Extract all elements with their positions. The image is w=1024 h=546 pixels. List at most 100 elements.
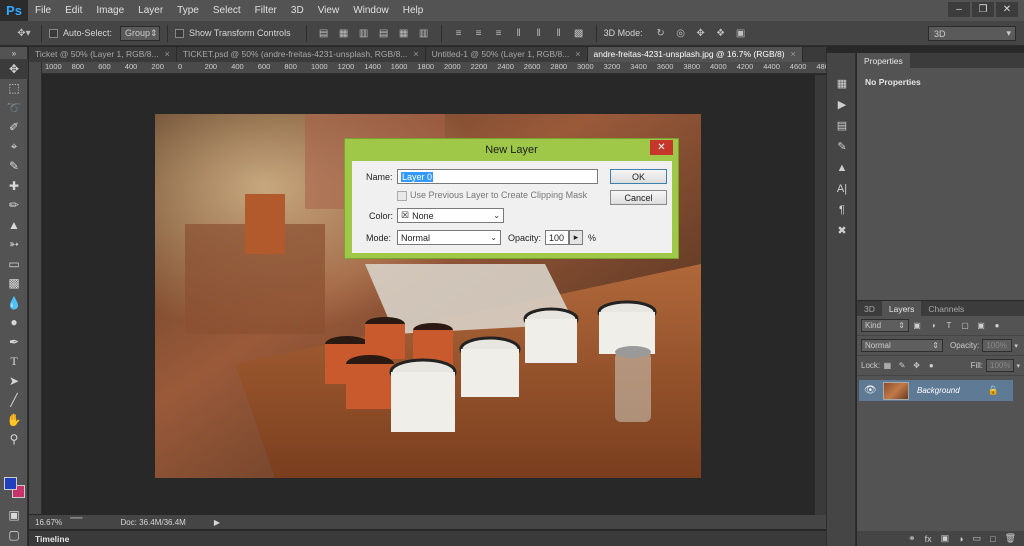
- filter-shape-icon[interactable]: ▢: [960, 321, 970, 331]
- tab-layers[interactable]: Layers: [881, 301, 922, 316]
- blur-tool-icon[interactable]: 💧: [0, 293, 28, 313]
- tab-untitled-1[interactable]: Untitled-1 @ 50% (Layer 1, RGB/8... ×: [426, 47, 588, 62]
- minimize-icon[interactable]: –: [948, 2, 970, 17]
- path-selection-tool-icon[interactable]: ➤: [0, 371, 28, 391]
- fill-input[interactable]: 100%: [986, 359, 1015, 372]
- gradient-tool-icon[interactable]: ▩: [0, 274, 28, 294]
- opacity-input[interactable]: 100: [545, 230, 569, 245]
- 3d-scale-icon[interactable]: ▣: [735, 27, 747, 39]
- distribute-hcenter-icon[interactable]: ‖: [533, 27, 545, 39]
- new-adjustment-icon[interactable]: ◑: [958, 534, 963, 544]
- quick-select-tool-icon[interactable]: ✐: [0, 118, 28, 138]
- align-right-icon[interactable]: ▥: [418, 27, 430, 39]
- timeline-panel-tab[interactable]: Timeline: [29, 530, 826, 546]
- align-bottom-icon[interactable]: ▥: [358, 27, 370, 39]
- auto-select-dropdown[interactable]: Group ⇕: [120, 25, 161, 41]
- auto-align-icon[interactable]: ▩: [573, 27, 585, 39]
- filter-pixel-icon[interactable]: ▣: [912, 321, 922, 331]
- eyedropper-tool-icon[interactable]: ✎: [0, 157, 28, 177]
- brush-tool-icon[interactable]: ✏: [0, 196, 28, 216]
- dodge-tool-icon[interactable]: ●: [0, 313, 28, 333]
- menu-type[interactable]: Type: [170, 0, 206, 21]
- healing-brush-tool-icon[interactable]: ✚: [0, 176, 28, 196]
- 3d-drag-icon[interactable]: ✥: [695, 27, 707, 39]
- tab-3d[interactable]: 3D: [857, 301, 882, 316]
- distribute-right-icon[interactable]: ‖: [553, 27, 565, 39]
- adjustments-icon[interactable]: ▤: [827, 115, 857, 136]
- marquee-tool-icon[interactable]: ⬚: [0, 79, 28, 99]
- link-layers-icon[interactable]: ⚭: [908, 533, 916, 544]
- history-icon[interactable]: ▦: [827, 73, 857, 94]
- distribute-bottom-icon[interactable]: ≡: [493, 27, 505, 39]
- lasso-tool-icon[interactable]: ➰: [0, 98, 28, 118]
- distribute-top-icon[interactable]: ≡: [453, 27, 465, 39]
- mode-select[interactable]: Normal ⌄: [397, 230, 501, 245]
- dialog-close-icon[interactable]: ✕: [650, 140, 673, 155]
- crop-tool-icon[interactable]: ⌖: [0, 137, 28, 157]
- close-icon[interactable]: ×: [791, 47, 796, 62]
- history-brush-tool-icon[interactable]: ➳: [0, 235, 28, 255]
- tool-presets-icon[interactable]: ✖: [827, 220, 857, 241]
- new-group-icon[interactable]: ▭: [973, 533, 982, 544]
- chevron-down-icon[interactable]: ▾: [1016, 362, 1020, 370]
- eraser-tool-icon[interactable]: ▭: [0, 254, 28, 274]
- close-icon[interactable]: ×: [575, 47, 580, 62]
- move-tool-preset-icon[interactable]: ✥▾: [17, 27, 30, 39]
- transform-controls-checkbox[interactable]: [175, 28, 185, 38]
- menu-view[interactable]: View: [311, 0, 347, 21]
- tab-ticket[interactable]: Ticket @ 50% (Layer 1, RGB/8... ×: [29, 47, 177, 62]
- paragraph-icon[interactable]: ¶: [827, 199, 857, 220]
- tab-andre-freitas[interactable]: andre-freitas-4231-unsplash.jpg @ 16.7% …: [587, 47, 803, 62]
- chevron-down-icon[interactable]: ▾: [1014, 342, 1018, 350]
- brush-presets-icon[interactable]: ✎: [827, 136, 857, 157]
- close-window-icon[interactable]: ✕: [996, 2, 1018, 17]
- opacity-slider-toggle-icon[interactable]: ▸: [569, 230, 583, 245]
- clone-source-icon[interactable]: ▲: [827, 157, 857, 178]
- menu-file[interactable]: File: [28, 0, 58, 21]
- 3d-slide-icon[interactable]: ❖: [715, 27, 727, 39]
- align-hcenter-icon[interactable]: ▦: [398, 27, 410, 39]
- layer-opacity-input[interactable]: 100%: [982, 339, 1013, 352]
- layer-name[interactable]: Background: [917, 386, 960, 395]
- layer-row-background[interactable]: 👁 Background 🔒: [859, 380, 1013, 401]
- clone-stamp-tool-icon[interactable]: ▲: [0, 215, 28, 235]
- menu-help[interactable]: Help: [396, 0, 431, 21]
- 3d-rotate-icon[interactable]: ↻: [655, 27, 667, 39]
- distribute-vcenter-icon[interactable]: ≡: [473, 27, 485, 39]
- quick-mask-icon[interactable]: ▣: [0, 505, 28, 525]
- character-icon[interactable]: A|: [827, 178, 857, 199]
- menu-3d[interactable]: 3D: [284, 0, 311, 21]
- lock-position-icon[interactable]: ✥: [912, 361, 921, 371]
- status-menu-arrow-icon[interactable]: ▶: [214, 518, 220, 527]
- menu-filter[interactable]: Filter: [248, 0, 284, 21]
- layer-lock-icon[interactable]: 🔒: [988, 385, 999, 396]
- lock-pixels-icon[interactable]: ✎: [898, 361, 907, 371]
- kind-filter-select[interactable]: Kind ⇕: [861, 319, 909, 332]
- filter-adjustment-icon[interactable]: ◑: [928, 321, 938, 331]
- 3d-roll-icon[interactable]: ◎: [675, 27, 687, 39]
- lock-all-icon[interactable]: ●: [927, 361, 936, 371]
- collapse-tools-icon[interactable]: »: [0, 47, 28, 59]
- move-tool-icon[interactable]: ✥: [0, 59, 28, 79]
- filter-toggle-icon[interactable]: ●: [992, 321, 1002, 331]
- color-select[interactable]: ☒ None ⌄: [397, 208, 504, 223]
- lock-transparent-icon[interactable]: ▦: [883, 361, 892, 371]
- blend-mode-select[interactable]: Normal ⇕: [861, 339, 943, 352]
- tab-channels[interactable]: Channels: [921, 301, 971, 316]
- tab-properties[interactable]: Properties: [857, 53, 910, 68]
- vertical-scrollbar[interactable]: [815, 75, 826, 515]
- menu-image[interactable]: Image: [89, 0, 131, 21]
- foreground-color-swatch[interactable]: [4, 477, 17, 490]
- restore-icon[interactable]: ❐: [972, 2, 994, 17]
- hand-tool-icon[interactable]: ✋: [0, 410, 28, 430]
- align-vcenter-icon[interactable]: ▦: [338, 27, 350, 39]
- zoom-tool-icon[interactable]: ⚲: [0, 430, 28, 450]
- actions-icon[interactable]: ▶: [827, 94, 857, 115]
- zoom-level[interactable]: 16.67%: [35, 518, 62, 527]
- layer-style-icon[interactable]: fx: [925, 534, 932, 544]
- cancel-button[interactable]: Cancel: [610, 190, 667, 205]
- line-tool-icon[interactable]: ╱: [0, 391, 28, 411]
- name-input[interactable]: Layer 0: [397, 169, 598, 184]
- workspace-dropdown[interactable]: 3D ▾: [928, 26, 1016, 41]
- menu-layer[interactable]: Layer: [131, 0, 170, 21]
